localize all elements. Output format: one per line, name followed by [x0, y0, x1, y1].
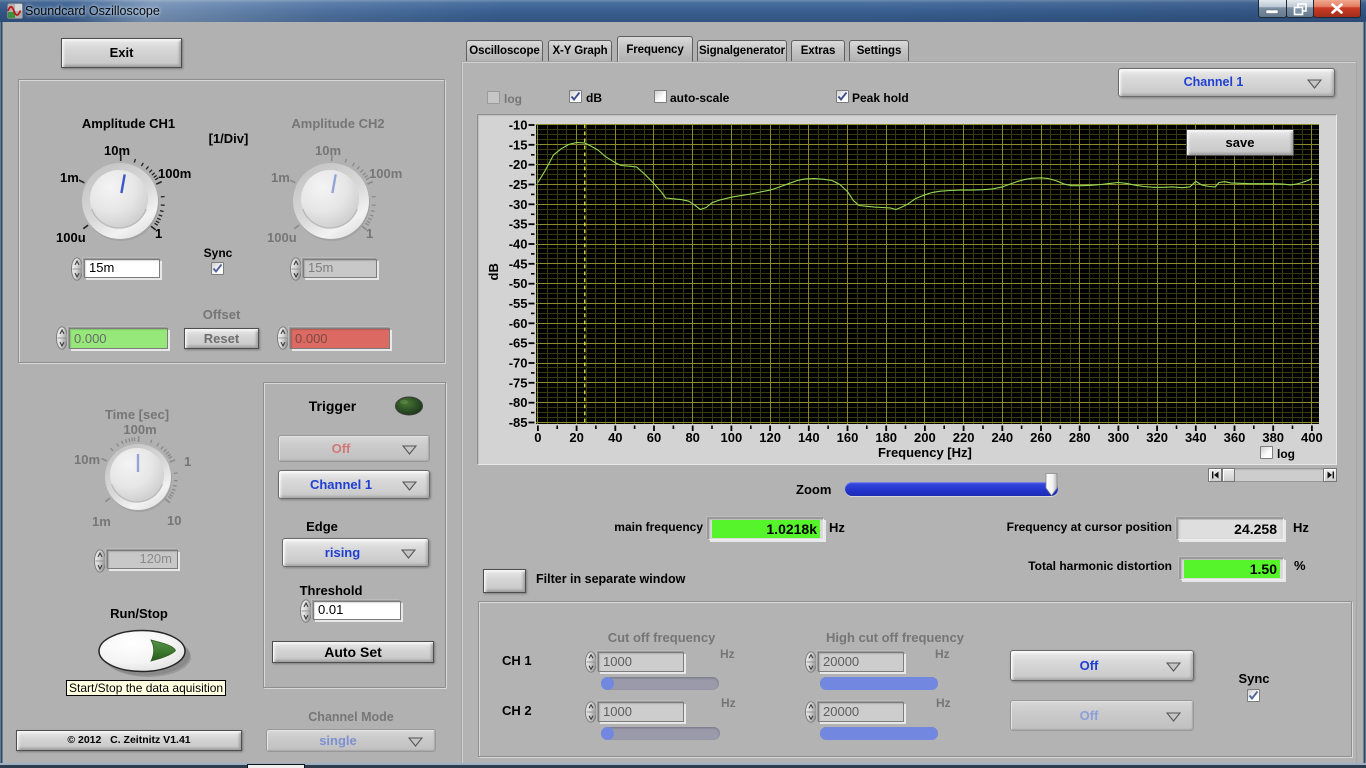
- svg-text:80: 80: [685, 430, 699, 445]
- svg-text:-20: -20: [509, 157, 528, 172]
- svg-text:20: 20: [569, 430, 583, 445]
- svg-text:-45: -45: [509, 256, 528, 271]
- svg-text:400: 400: [1301, 430, 1323, 445]
- svg-text:-70: -70: [509, 356, 528, 371]
- svg-text:-75: -75: [509, 375, 528, 390]
- svg-text:-65: -65: [509, 336, 528, 351]
- svg-text:260: 260: [1030, 430, 1052, 445]
- svg-text:300: 300: [1108, 430, 1130, 445]
- svg-text:340: 340: [1185, 430, 1207, 445]
- svg-text:380: 380: [1262, 430, 1284, 445]
- svg-text:60: 60: [647, 430, 661, 445]
- svg-text:-85: -85: [509, 415, 528, 430]
- svg-text:180: 180: [875, 430, 897, 445]
- svg-text:-25: -25: [509, 177, 528, 192]
- svg-text:-80: -80: [509, 395, 528, 410]
- svg-text:280: 280: [1069, 430, 1091, 445]
- svg-text:-60: -60: [509, 316, 528, 331]
- svg-text:-30: -30: [509, 197, 528, 212]
- svg-text:220: 220: [953, 430, 975, 445]
- svg-text:240: 240: [991, 430, 1013, 445]
- svg-text:Frequency [Hz]: Frequency [Hz]: [878, 445, 972, 460]
- svg-text:100: 100: [721, 430, 743, 445]
- svg-text:160: 160: [837, 430, 859, 445]
- svg-text:-40: -40: [509, 237, 528, 252]
- svg-text:-50: -50: [509, 276, 528, 291]
- svg-text:320: 320: [1146, 430, 1168, 445]
- svg-text:-55: -55: [509, 296, 528, 311]
- svg-text:140: 140: [798, 430, 820, 445]
- svg-text:-15: -15: [509, 137, 528, 152]
- svg-text:0: 0: [534, 430, 541, 445]
- svg-text:120: 120: [759, 430, 781, 445]
- svg-text:dB: dB: [486, 263, 501, 280]
- svg-text:-35: -35: [509, 217, 528, 232]
- svg-text:-10: -10: [509, 118, 528, 133]
- svg-text:360: 360: [1224, 430, 1246, 445]
- svg-text:200: 200: [914, 430, 936, 445]
- svg-text:40: 40: [608, 430, 622, 445]
